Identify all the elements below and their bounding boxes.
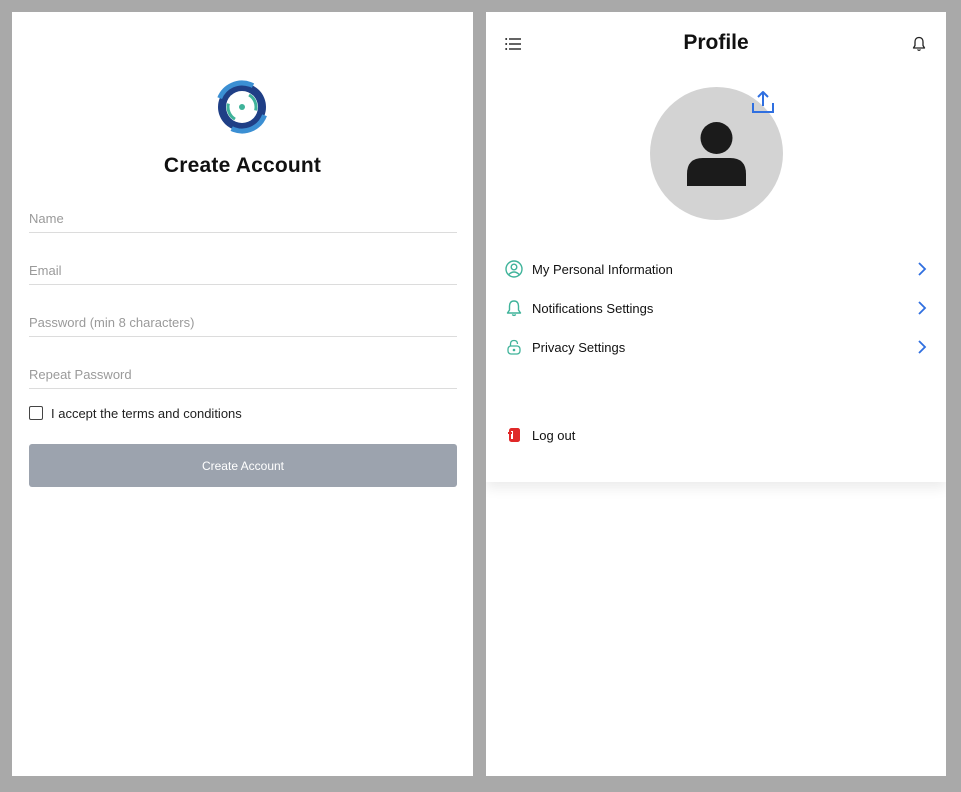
chevron-right-icon[interactable] (917, 339, 927, 355)
user-silhouette-icon (687, 122, 746, 186)
profile-card (486, 12, 946, 482)
terms-row[interactable]: I accept the terms and conditions (29, 404, 242, 422)
lock-icon (507, 339, 521, 355)
terms-label[interactable]: I accept the terms and conditions (51, 406, 242, 421)
logout-item[interactable]: Log out (505, 424, 927, 446)
privacy-settings-label[interactable]: Privacy Settings (532, 340, 917, 355)
page-title: Profile (683, 31, 749, 54)
email-field[interactable] (29, 250, 457, 285)
repeat-password-input[interactable] (29, 367, 457, 382)
name-input[interactable] (29, 211, 457, 226)
create-account-button[interactable]: Create Account (29, 444, 457, 487)
name-field[interactable] (29, 198, 457, 233)
app-logo-icon (215, 80, 269, 134)
repeat-password-field[interactable] (29, 354, 457, 389)
upload-icon[interactable] (750, 89, 776, 115)
logout-label[interactable]: Log out (532, 428, 927, 443)
user-circle-icon (505, 260, 523, 278)
page-title: Create Account (163, 154, 322, 177)
logout-door-icon (508, 428, 520, 442)
chevron-right-icon[interactable] (917, 261, 927, 277)
terms-checkbox[interactable] (29, 406, 43, 420)
notifications-settings-label[interactable]: Notifications Settings (532, 301, 917, 316)
password-input[interactable] (29, 315, 457, 330)
bell-icon (506, 300, 522, 317)
privacy-settings-item[interactable]: Privacy Settings (505, 336, 927, 358)
profile-screen: Profile My Personal Information Notifica… (486, 12, 946, 776)
create-account-screen: Create Account I accept the terms and co… (12, 12, 473, 776)
bell-icon[interactable] (912, 36, 926, 52)
personal-information-label[interactable]: My Personal Information (532, 262, 917, 277)
notifications-settings-item[interactable]: Notifications Settings (505, 297, 927, 319)
chevron-right-icon[interactable] (917, 300, 927, 316)
password-field[interactable] (29, 302, 457, 337)
email-input[interactable] (29, 263, 457, 278)
personal-information-item[interactable]: My Personal Information (505, 258, 927, 280)
